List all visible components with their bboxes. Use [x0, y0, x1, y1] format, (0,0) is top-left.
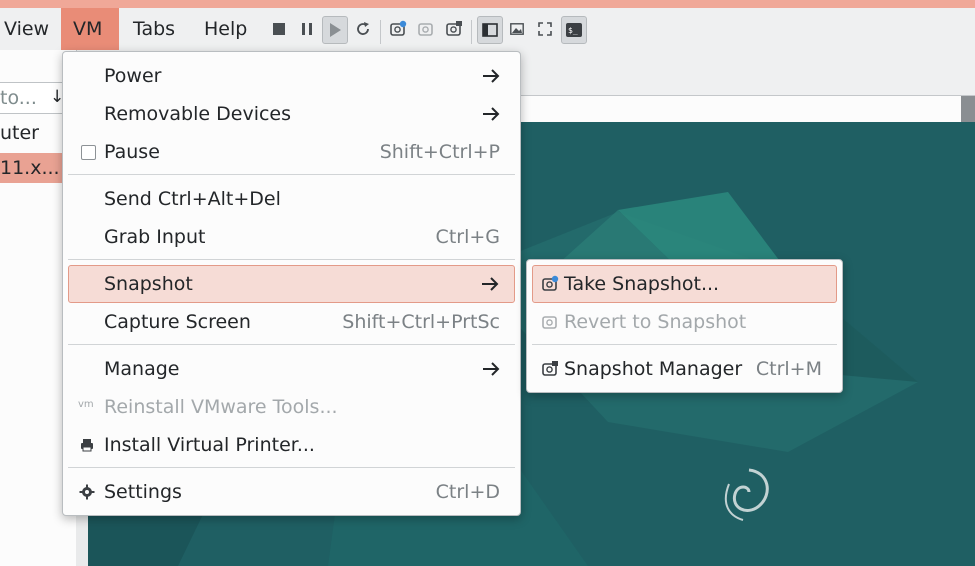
menubar: View VM Tabs Help $_: [0, 8, 975, 50]
take-snapshot-icon[interactable]: [388, 16, 408, 42]
menu-item-settings[interactable]: Settings Ctrl+D: [68, 474, 515, 510]
snapshot-submenu: Take Snapshot... Revert to Snapshot Snap…: [526, 259, 843, 393]
menu-item-removable-devices[interactable]: Removable Devices: [68, 96, 515, 132]
shortcut-label: Shift+Ctrl+P: [379, 141, 500, 163]
window-title-strip: [0, 0, 975, 8]
snapshot-manager-icon: [542, 361, 558, 376]
menu-separator: [68, 174, 515, 175]
menu-item-install-virtual-printer[interactable]: Install Virtual Printer...: [68, 427, 515, 463]
toolbar-separator: [380, 20, 381, 44]
menu-separator: [68, 344, 515, 345]
menu-item-label: Send Ctrl+Alt+Del: [104, 188, 281, 210]
sidebar-toggle-icon[interactable]: [477, 16, 503, 44]
pause-icon[interactable]: [298, 16, 316, 42]
menu-item-label: Pause: [104, 141, 160, 163]
menu-item-label: Capture Screen: [104, 311, 251, 333]
menu-item-snapshot[interactable]: Snapshot: [68, 265, 515, 303]
menu-item-label: Power: [104, 65, 162, 87]
menu-item-reinstall-vmware-tools[interactable]: vm Reinstall VMware Tools...: [68, 389, 515, 425]
vm-menu: Power Removable Devices Pause Shift+Ctrl…: [62, 51, 521, 516]
menu-item-send-ctrl-alt-del[interactable]: Send Ctrl+Alt+Del: [68, 181, 515, 217]
menu-separator: [68, 467, 515, 468]
menu-item-label: Snapshot Manager: [564, 358, 743, 380]
menu-item-label: Settings: [104, 481, 182, 503]
menu-item-pause[interactable]: Pause Shift+Ctrl+P: [68, 134, 515, 170]
printer-icon: [81, 439, 93, 452]
arrow-right-icon: [483, 107, 500, 121]
stop-icon[interactable]: [270, 16, 288, 42]
shortcut-label: Ctrl+D: [435, 481, 500, 503]
arrow-right-icon: [482, 277, 499, 291]
menu-separator: [532, 344, 837, 345]
menu-separator: [68, 259, 515, 260]
menu-item-capture-screen[interactable]: Capture Screen Shift+Ctrl+PrtSc: [68, 304, 515, 340]
menu-item-take-snapshot[interactable]: Take Snapshot...: [532, 265, 837, 303]
menu-item-label: Removable Devices: [104, 103, 292, 125]
shortcut-label: Ctrl+M: [755, 358, 822, 380]
menu-item-label: Install Virtual Printer...: [104, 434, 315, 456]
play-icon[interactable]: [322, 16, 348, 44]
arrow-right-icon: [483, 69, 500, 83]
menu-vm[interactable]: VM: [61, 8, 119, 50]
vmware-tools-icon: vm: [78, 399, 94, 410]
menu-item-label: Take Snapshot...: [564, 273, 720, 295]
menu-item-label: Manage: [104, 358, 180, 380]
menu-item-label: Grab Input: [104, 226, 206, 248]
tab-scroll-handle[interactable]: [961, 96, 975, 122]
menu-view[interactable]: View: [0, 8, 61, 50]
menu-item-label: Revert to Snapshot: [564, 311, 747, 333]
menu-item-revert-to-snapshot[interactable]: Revert to Snapshot: [532, 304, 837, 340]
menu-help[interactable]: Help: [192, 8, 259, 50]
snapshot-manager-icon[interactable]: [444, 16, 464, 42]
pause-checkbox[interactable]: [81, 145, 96, 160]
revert-snapshot-icon[interactable]: [416, 16, 436, 42]
fullscreen-icon[interactable]: [536, 16, 554, 42]
revert-snapshot-icon: [542, 316, 557, 329]
menu-tabs[interactable]: Tabs: [121, 8, 187, 50]
svg-text:$_: $_: [568, 26, 578, 35]
menu-item-label: Snapshot: [104, 273, 193, 295]
thumbnail-icon[interactable]: [508, 16, 526, 42]
console-view-icon[interactable]: $_: [561, 16, 587, 44]
restart-icon[interactable]: [354, 16, 372, 42]
toolbar-separator: [471, 20, 472, 44]
menu-item-power[interactable]: Power: [68, 58, 515, 94]
menu-item-manage[interactable]: Manage: [68, 351, 515, 387]
shortcut-label: Ctrl+G: [435, 226, 500, 248]
shortcut-label: Shift+Ctrl+PrtSc: [342, 311, 500, 333]
menu-item-grab-input[interactable]: Grab Input Ctrl+G: [68, 219, 515, 255]
menu-item-label: Reinstall VMware Tools...: [104, 396, 338, 418]
take-snapshot-icon: [542, 275, 559, 291]
gear-icon: [79, 484, 95, 500]
menu-item-snapshot-manager[interactable]: Snapshot Manager Ctrl+M: [532, 351, 837, 387]
arrow-right-icon: [483, 362, 500, 376]
